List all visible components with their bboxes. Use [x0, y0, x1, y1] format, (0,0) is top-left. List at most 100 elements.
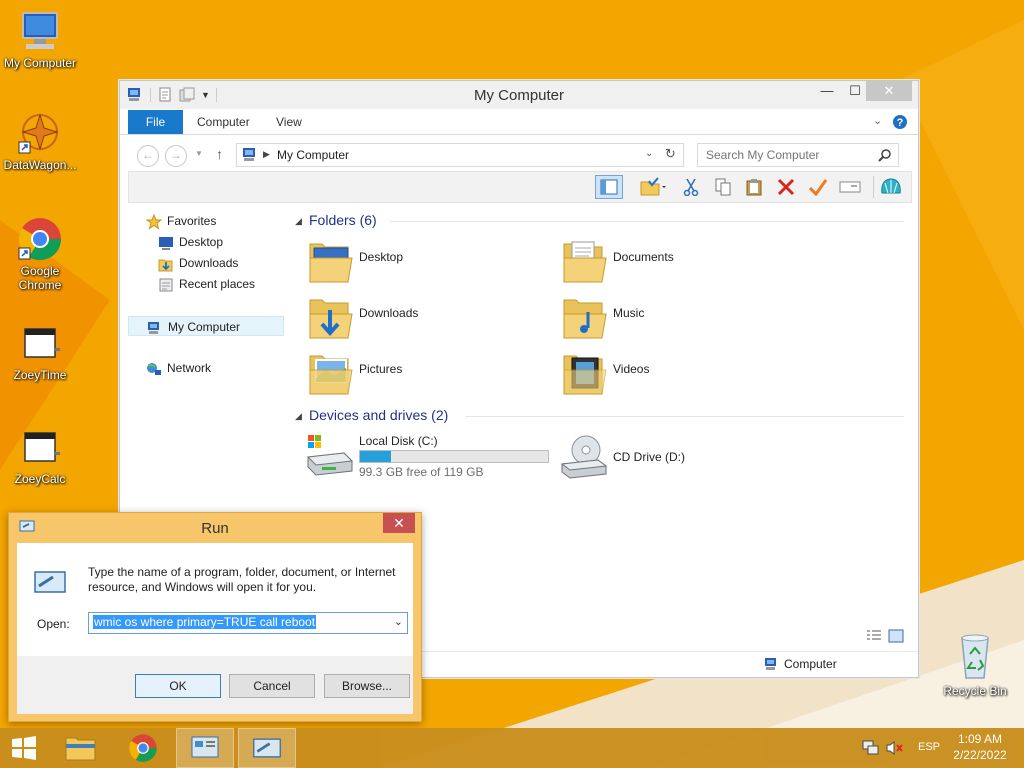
taskbar-file-explorer[interactable]	[52, 728, 110, 768]
desktop-icon-label: Google Chrome	[18, 264, 62, 292]
desktop-icon-datawagon[interactable]: DataWagon...	[0, 112, 80, 172]
address-dropdown-icon[interactable]: ⌄	[645, 148, 653, 159]
organize-button[interactable]	[633, 175, 673, 199]
tab-computer[interactable]: Computer	[197, 110, 250, 134]
dialog-title: Run	[201, 520, 229, 537]
paste-button[interactable]	[742, 175, 766, 199]
refresh-icon[interactable]: ↻	[665, 146, 676, 162]
back-button[interactable]: ←	[137, 145, 159, 167]
folder-downloads[interactable]: Downloads	[308, 292, 548, 342]
computer-icon	[243, 148, 255, 161]
close-button[interactable]: ✕	[383, 513, 415, 533]
ok-button[interactable]: OK	[135, 674, 221, 698]
folders-group-header[interactable]: Folders (6)	[309, 212, 377, 228]
nav-recent-places[interactable]: Recent places	[158, 274, 255, 294]
cancel-button[interactable]: Cancel	[229, 674, 315, 698]
desktop-icon-zoeycalc[interactable]: ZoeyCalc	[0, 430, 80, 486]
folder-check-icon	[640, 177, 666, 196]
computer-icon	[765, 658, 776, 670]
delete-button[interactable]	[774, 175, 798, 199]
desktop-icon-my-computer[interactable]: My Computer	[0, 10, 80, 70]
view-large-icons-button[interactable]	[888, 629, 904, 646]
extension-button[interactable]	[879, 175, 903, 199]
taskbar-control-panel[interactable]	[176, 728, 234, 768]
chrome-icon	[18, 218, 62, 261]
folder-documents[interactable]: Documents	[562, 236, 802, 286]
folder-videos[interactable]: Videos	[562, 348, 802, 398]
command-combobox[interactable]: wmic os where primary=TRUE call reboot ⌄	[88, 612, 408, 634]
taskbar: ESP 1:09 AM 2/22/2022	[0, 728, 1024, 768]
rename-button[interactable]	[838, 175, 862, 199]
breadcrumb-my-computer[interactable]: My Computer	[277, 148, 349, 162]
copy-icon	[715, 178, 731, 196]
nav-label: Downloads	[179, 256, 239, 270]
dialog-footer: OK Cancel Browse...	[17, 656, 413, 714]
nav-desktop[interactable]: Desktop	[158, 232, 223, 252]
datawagon-icon	[18, 113, 59, 154]
shell-icon	[881, 178, 901, 194]
select-all-button[interactable]	[806, 175, 830, 199]
nav-label: Network	[167, 361, 212, 375]
dialog-body: Type the name of a program, folder, docu…	[17, 543, 413, 656]
recent-locations-icon[interactable]: ▼	[195, 149, 203, 158]
explorer-titlebar[interactable]: ▼ My Computer — ☐ ✕	[120, 81, 918, 109]
browse-button[interactable]: Browse...	[324, 674, 410, 698]
search-input[interactable]	[704, 147, 878, 163]
input-language[interactable]: ESP	[918, 741, 940, 753]
taskbar-chrome[interactable]	[114, 728, 172, 768]
run-icon	[253, 738, 281, 758]
folder-label: Music	[613, 306, 645, 320]
drive-d[interactable]: CD Drive (D:)	[560, 434, 810, 484]
recent-places-icon	[159, 278, 173, 292]
copy-button[interactable]	[711, 175, 735, 199]
group-collapse-icon[interactable]: ◢	[295, 411, 302, 422]
command-input[interactable]: wmic os where primary=TRUE call reboot	[93, 615, 317, 629]
desktop-icon-google-chrome[interactable]: Google Chrome	[0, 216, 80, 292]
desktop-icon-recycle-bin[interactable]: Recycle Bin	[935, 632, 1015, 698]
chevron-down-icon[interactable]: ⌄	[394, 615, 403, 628]
network-status-icon	[862, 740, 879, 755]
cut-button[interactable]	[679, 175, 703, 199]
taskbar-run[interactable]	[238, 728, 296, 768]
notification-network[interactable]	[862, 740, 880, 759]
chrome-icon	[129, 734, 157, 762]
tab-view[interactable]: View	[276, 110, 302, 134]
forward-button[interactable]: →	[165, 145, 187, 167]
address-bar[interactable]: ▶ My Computer ⌄ ↻	[236, 143, 684, 167]
nav-favorites[interactable]: Favorites	[145, 211, 216, 231]
folder-label: Pictures	[359, 362, 403, 376]
folder-music[interactable]: Music	[562, 292, 802, 342]
view-details-button[interactable]	[866, 629, 882, 646]
command-toolbar	[128, 171, 912, 203]
pictures-folder-icon	[309, 355, 353, 395]
details-view-icon	[867, 630, 881, 640]
up-button[interactable]: ↑	[216, 146, 223, 162]
start-button[interactable]	[0, 728, 48, 768]
downloads-icon	[158, 259, 173, 272]
close-button[interactable]: ✕	[866, 81, 912, 101]
nav-downloads[interactable]: Downloads	[158, 253, 238, 273]
tab-file[interactable]: File	[128, 110, 183, 134]
search-icon[interactable]	[878, 148, 892, 162]
help-icon[interactable]: ?	[892, 114, 908, 130]
folder-pictures[interactable]: Pictures	[308, 348, 548, 398]
clock-time: 1:09 AM	[957, 732, 1003, 746]
desktop-icon	[159, 236, 173, 250]
folder-desktop[interactable]: Desktop	[308, 236, 548, 286]
clock[interactable]: 1:09 AM 2/22/2022	[944, 732, 1016, 762]
notification-volume[interactable]	[886, 740, 904, 759]
dialog-description: Type the name of a program, folder, docu…	[88, 565, 396, 594]
group-collapse-icon[interactable]: ◢	[295, 216, 302, 227]
search-box[interactable]	[697, 143, 899, 167]
status-location: Computer	[784, 657, 837, 671]
ribbon-expand-icon[interactable]: ⌄	[873, 114, 882, 127]
breadcrumb-chevron-icon[interactable]: ▶	[263, 149, 270, 160]
nav-network[interactable]: Network	[146, 358, 211, 378]
desktop-icon-label: DataWagon...	[3, 158, 77, 172]
desktop-icon-zoeytime[interactable]: ZoeyTime	[0, 326, 80, 382]
devices-group-header[interactable]: Devices and drives (2)	[309, 407, 448, 423]
nav-my-computer[interactable]: My Computer	[128, 316, 284, 336]
preview-pane-button[interactable]	[595, 175, 623, 199]
run-large-icon	[34, 571, 66, 593]
drive-c[interactable]: Local Disk (C:) 99.3 GB free of 119 GB	[306, 431, 556, 481]
